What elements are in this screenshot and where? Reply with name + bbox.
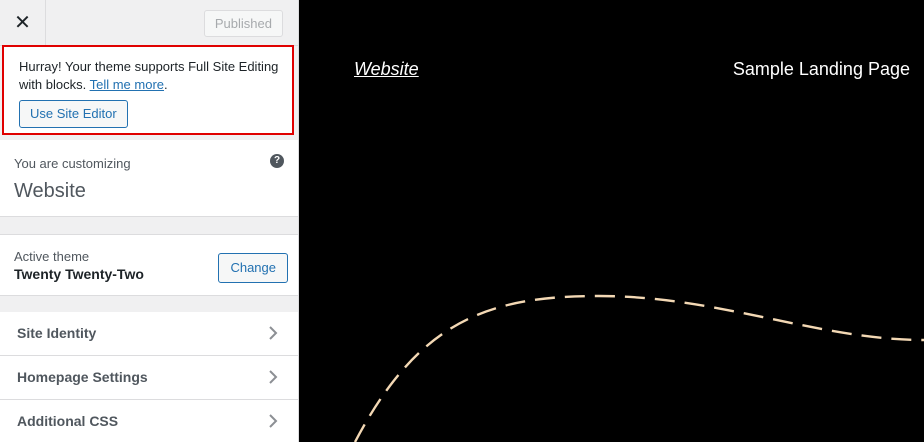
- close-icon[interactable]: ✕: [0, 0, 46, 45]
- notice-text: Hurray! Your theme supports Full Site Ed…: [19, 58, 284, 94]
- decorative-curve: [353, 294, 924, 442]
- use-site-editor-button[interactable]: Use Site Editor: [19, 100, 128, 128]
- active-theme-name: Twenty Twenty-Two: [14, 266, 144, 282]
- customizer-sidebar: ✕ Published Hurray! Your theme supports …: [0, 0, 299, 442]
- customizer-topbar: ✕ Published: [0, 0, 298, 46]
- section-homepage-settings[interactable]: Homepage Settings: [0, 356, 298, 400]
- change-theme-button[interactable]: Change: [218, 253, 288, 283]
- site-preview: Website Sample Landing Page: [299, 0, 924, 442]
- section-additional-css[interactable]: Additional CSS: [0, 400, 298, 442]
- customizing-label: You are customizing: [14, 156, 131, 171]
- chevron-right-icon: [269, 370, 278, 384]
- section-title: Site Identity: [17, 325, 97, 341]
- full-site-editing-notice: Hurray! Your theme supports Full Site Ed…: [2, 45, 294, 135]
- help-icon[interactable]: ?: [270, 154, 284, 168]
- notice-period: .: [164, 77, 168, 92]
- chevron-right-icon: [269, 414, 278, 428]
- section-title: Additional CSS: [17, 413, 119, 429]
- site-name: Website: [14, 180, 86, 202]
- tell-me-more-link[interactable]: Tell me more: [90, 77, 164, 92]
- customizing-info: You are customizing Website ?: [0, 140, 298, 217]
- active-theme: Active theme Twenty Twenty-Two Change: [0, 234, 298, 296]
- chevron-right-icon: [269, 326, 278, 340]
- section-title: Homepage Settings: [17, 369, 148, 385]
- published-button[interactable]: Published: [203, 10, 283, 37]
- dashed-curve: [353, 294, 924, 442]
- active-theme-label: Active theme: [14, 249, 90, 264]
- section-site-identity[interactable]: Site Identity: [0, 312, 298, 356]
